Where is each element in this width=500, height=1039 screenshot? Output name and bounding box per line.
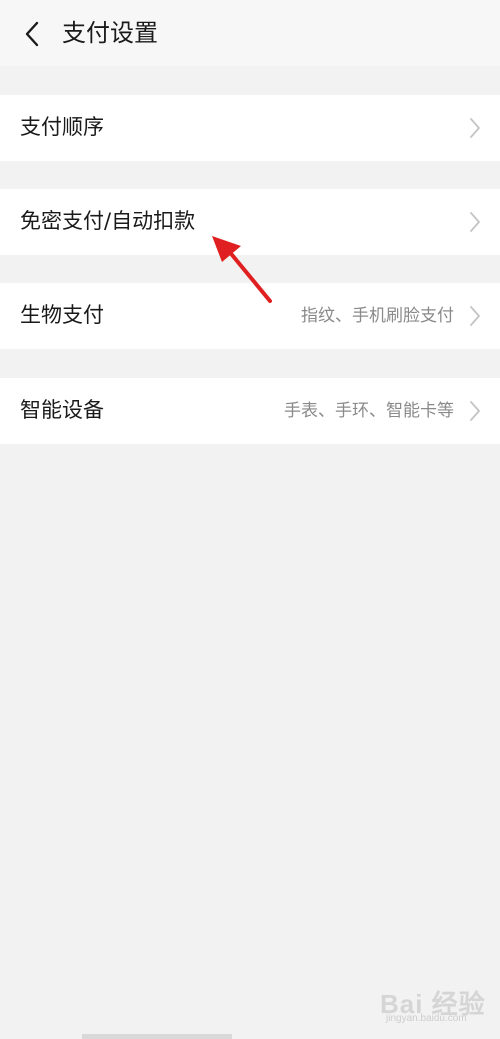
annotation-arrow: [212, 236, 272, 303]
baidu-watermark: Bai 经验 jingyan.baidu.com: [380, 984, 495, 1028]
watermark-url: jingyan.baidu.com: [386, 1013, 467, 1024]
home-indicator: [82, 1034, 232, 1039]
